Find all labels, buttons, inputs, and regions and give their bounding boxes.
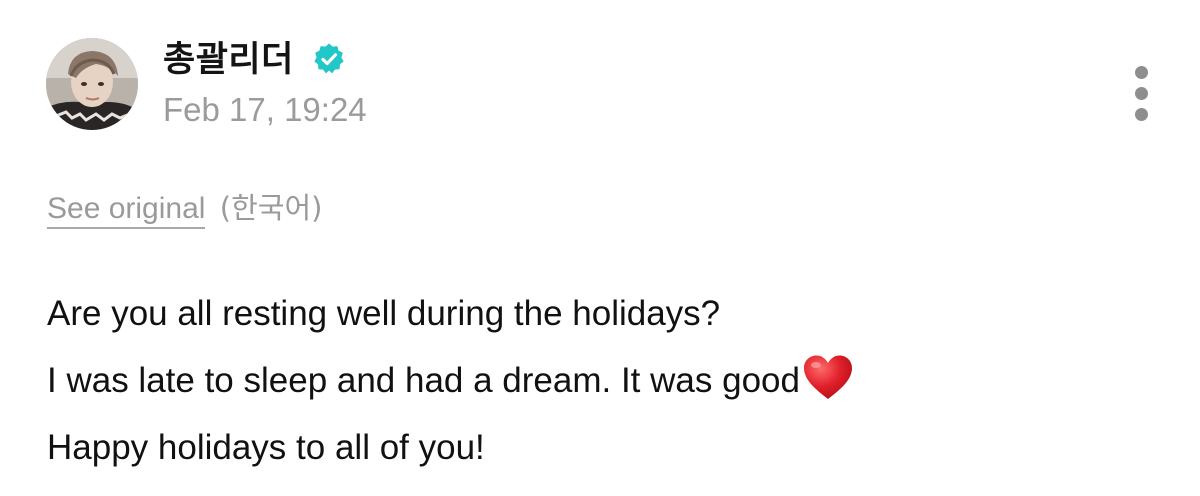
post-body: Are you all resting well during the holi… — [47, 280, 1147, 481]
see-original-link[interactable]: See original — [47, 192, 206, 229]
post-timestamp: Feb 17, 19:24 — [163, 91, 367, 128]
red-heart-icon — [803, 355, 852, 399]
post-body-line-with-emoji: I was late to sleep and had a dream. It … — [47, 347, 1147, 414]
post-card: 총괄리더 Feb 17, 19:24 See original (한국어) Ar… — [0, 0, 1200, 496]
post-body-line: Are you all resting well during the holi… — [47, 294, 721, 333]
more-vertical-icon-dot — [1135, 87, 1148, 100]
author-name[interactable]: 총괄리더 — [163, 38, 294, 82]
source-language-label: (한국어) — [219, 191, 323, 225]
post-body-line: Happy holidays to all of you! — [47, 428, 485, 467]
more-vertical-icon — [1135, 66, 1148, 79]
translation-notice: See original (한국어) — [47, 188, 322, 229]
more-vertical-icon-dot — [1135, 108, 1148, 121]
profile-photo-icon — [46, 38, 138, 130]
post-body-line: I was late to sleep and had a dream. It … — [47, 361, 800, 400]
verified-badge-icon — [314, 43, 344, 74]
more-options-button[interactable] — [1124, 62, 1160, 122]
author-avatar[interactable] — [46, 38, 138, 130]
